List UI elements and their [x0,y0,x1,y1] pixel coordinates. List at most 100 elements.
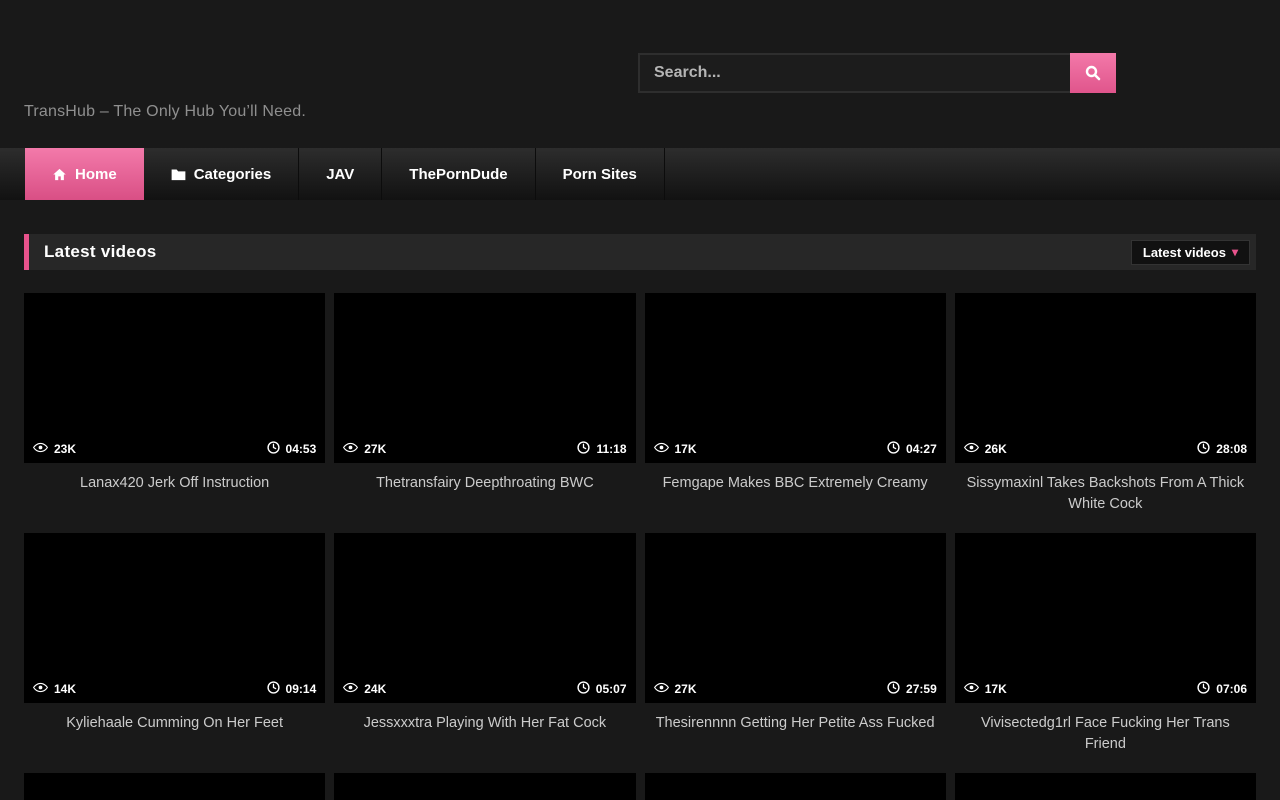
views-count: 17K [675,442,697,456]
video-card-partial [955,773,1256,800]
nav-item-label: ThePornDude [409,166,507,183]
video-title-link[interactable]: Kyliehaale Cumming On Her Feet [32,713,317,734]
video-title-link[interactable]: Thetransfairy Deepthroating BWC [342,473,627,494]
clock-icon [577,681,590,697]
video-title-link[interactable]: Femgape Makes BBC Extremely Creamy [653,473,938,494]
video-card: 14K 09:14 Kyliehaale Cumming On Her Feet [24,533,325,773]
eye-icon [964,682,979,696]
nav-item-porn-sites[interactable]: Porn Sites [536,148,665,200]
views-stat: 23K [33,442,76,456]
video-stats: 24K 05:07 [334,675,635,703]
home-icon [52,167,67,182]
duration-stat: 04:27 [887,441,937,457]
folder-icon [171,168,186,181]
video-title-link[interactable]: Sissymaxinl Takes Backshots From A Thick… [963,473,1248,515]
site-header: TransHub – The Only Hub You’ll Need. [0,0,1280,140]
views-stat: 17K [654,442,697,456]
views-count: 26K [985,442,1007,456]
video-title-link[interactable]: Vivisectedg1rl Face Fucking Her Trans Fr… [963,713,1248,755]
views-stat: 17K [964,682,1007,696]
eye-icon [964,442,979,456]
video-card: 17K 04:27 Femgape Makes BBC Extremely Cr… [645,293,946,533]
views-stat: 26K [964,442,1007,456]
nav-item-home[interactable]: Home [25,148,144,200]
search-input[interactable] [638,53,1070,93]
duration-value: 28:08 [1216,442,1247,456]
clock-icon [267,441,280,457]
clock-icon [887,441,900,457]
clock-icon [1197,441,1210,457]
nav-item-theporndude[interactable]: ThePornDude [382,148,535,200]
views-count: 17K [985,682,1007,696]
duration-stat: 07:06 [1197,681,1247,697]
video-thumbnail[interactable]: 17K 04:27 [645,293,946,463]
video-card-partial [24,773,325,800]
nav-item-label: Categories [194,166,272,183]
views-stat: 27K [343,442,386,456]
views-count: 27K [675,682,697,696]
video-card-partial [645,773,946,800]
duration-value: 07:06 [1216,682,1247,696]
video-title-link[interactable]: Lanax420 Jerk Off Instruction [32,473,317,494]
main-content: Latest videos Latest videos ▾ 23K 04:53 [0,200,1280,800]
video-thumbnail[interactable] [24,773,325,800]
eye-icon [343,442,358,456]
video-card: 23K 04:53 Lanax420 Jerk Off Instruction [24,293,325,533]
eye-icon [654,442,669,456]
video-stats: 17K 07:06 [955,675,1256,703]
video-thumbnail[interactable]: 17K 07:06 [955,533,1256,703]
video-thumbnail[interactable]: 27K 11:18 [334,293,635,463]
nav-item-categories[interactable]: Categories [144,148,300,200]
video-card: 24K 05:07 Jessxxxtra Playing With Her Fa… [334,533,635,773]
nav-item-label: Porn Sites [563,166,637,183]
eye-icon [33,442,48,456]
duration-value: 04:27 [906,442,937,456]
nav-item-label: Home [75,166,117,183]
video-card-partial [334,773,635,800]
sort-dropdown[interactable]: Latest videos ▾ [1131,240,1250,265]
site-tagline: TransHub – The Only Hub You’ll Need. [24,103,306,121]
video-thumbnail[interactable]: 26K 28:08 [955,293,1256,463]
sort-dropdown-label: Latest videos [1143,245,1226,260]
video-thumbnail[interactable]: 23K 04:53 [24,293,325,463]
video-thumbnail[interactable]: 14K 09:14 [24,533,325,703]
video-title-link[interactable]: Jessxxxtra Playing With Her Fat Cock [342,713,627,734]
video-thumbnail[interactable]: 24K 05:07 [334,533,635,703]
video-card: 26K 28:08 Sissymaxinl Takes Backshots Fr… [955,293,1256,533]
views-stat: 24K [343,682,386,696]
eye-icon [343,682,358,696]
duration-stat: 28:08 [1197,441,1247,457]
views-count: 24K [364,682,386,696]
video-thumbnail[interactable] [645,773,946,800]
video-thumbnail[interactable] [955,773,1256,800]
video-stats: 17K 04:27 [645,435,946,463]
duration-stat: 11:18 [577,441,626,457]
video-card: 27K 11:18 Thetransfairy Deepthroating BW… [334,293,635,533]
duration-stat: 27:59 [887,681,937,697]
views-count: 14K [54,682,76,696]
nav-item-label: JAV [326,166,354,183]
video-stats: 14K 09:14 [24,675,325,703]
eye-icon [654,682,669,696]
search-button[interactable] [1070,53,1116,93]
main-navigation: Home Categories JAV ThePornDude Porn Sit… [0,148,1280,200]
search-bar [638,53,1116,93]
clock-icon [1197,681,1210,697]
search-icon [1084,64,1102,82]
nav-item-jav[interactable]: JAV [299,148,382,200]
chevron-down-icon: ▾ [1232,246,1238,258]
views-count: 23K [54,442,76,456]
video-card: 27K 27:59 Thesirennnn Getting Her Petite… [645,533,946,773]
duration-stat: 05:07 [577,681,627,697]
video-title-link[interactable]: Thesirennnn Getting Her Petite Ass Fucke… [653,713,938,734]
duration-stat: 09:14 [267,681,317,697]
duration-value: 27:59 [906,682,937,696]
video-thumbnail[interactable] [334,773,635,800]
video-stats: 26K 28:08 [955,435,1256,463]
clock-icon [267,681,280,697]
video-stats: 27K 27:59 [645,675,946,703]
video-thumbnail[interactable]: 27K 27:59 [645,533,946,703]
duration-stat: 04:53 [267,441,317,457]
video-card: 17K 07:06 Vivisectedg1rl Face Fucking He… [955,533,1256,773]
clock-icon [577,441,590,457]
